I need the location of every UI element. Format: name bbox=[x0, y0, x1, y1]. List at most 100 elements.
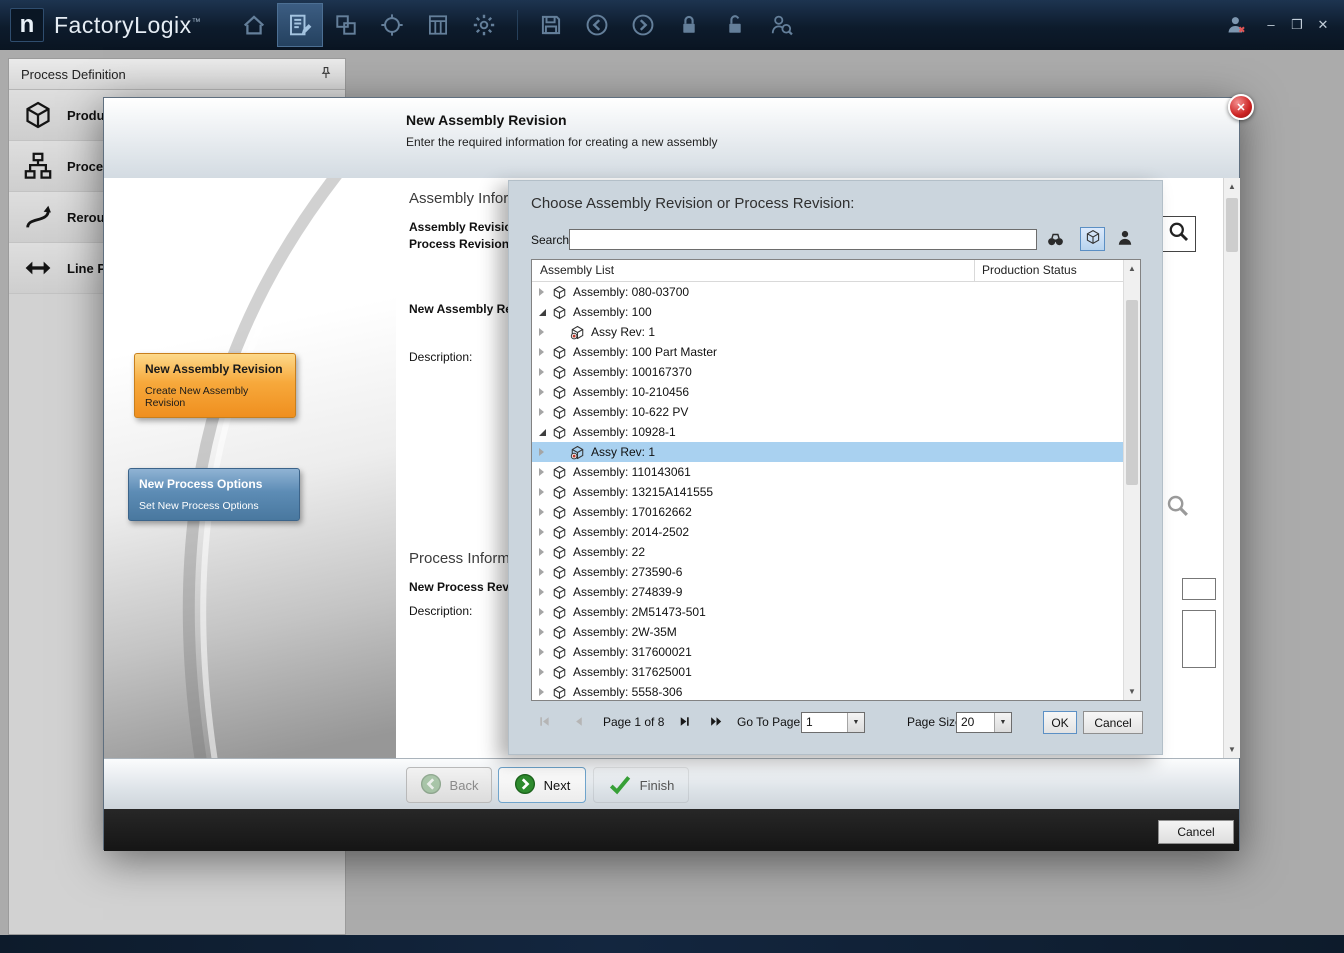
expander-collapsed-icon[interactable] bbox=[537, 525, 550, 539]
column-header-production-status[interactable]: Production Status bbox=[982, 263, 1077, 277]
wizard-step-panel: New Assembly RevisionCreate New Assembly… bbox=[104, 178, 396, 758]
dialog-cancel-button[interactable]: Cancel bbox=[1158, 820, 1234, 844]
column-header-assembly-list[interactable]: Assembly List bbox=[540, 263, 614, 277]
expander-collapsed-icon[interactable] bbox=[537, 585, 550, 599]
tree-row-revision[interactable]: Assy Rev: 1 bbox=[532, 442, 1123, 462]
column-divider[interactable] bbox=[974, 260, 975, 281]
scroll-up-icon[interactable]: ▲ bbox=[1124, 260, 1140, 277]
next-arrow-icon bbox=[514, 773, 536, 798]
expander-collapsed-icon[interactable] bbox=[537, 385, 550, 399]
tree-row-assembly[interactable]: Assembly: 317600021 bbox=[532, 642, 1123, 662]
assembly-filter-toggle[interactable] bbox=[1080, 227, 1105, 251]
chevron-down-icon[interactable]: ▼ bbox=[847, 713, 864, 732]
expander-collapsed-icon[interactable] bbox=[537, 645, 550, 659]
list-scrollbar[interactable]: ▲ ▼ bbox=[1123, 260, 1140, 700]
tree-row-assembly[interactable]: Assembly: 10928-1 bbox=[532, 422, 1123, 442]
wizard-step-1[interactable]: New Assembly RevisionCreate New Assembly… bbox=[134, 353, 296, 418]
pager-next-icon[interactable] bbox=[677, 714, 692, 732]
expander-collapsed-icon[interactable] bbox=[537, 325, 550, 339]
finish-button[interactable]: Finish bbox=[593, 767, 689, 803]
save-icon[interactable] bbox=[528, 3, 574, 47]
redo-icon[interactable] bbox=[620, 3, 666, 47]
tree-row-revision[interactable]: Assy Rev: 1 bbox=[532, 322, 1123, 342]
pager-last-icon[interactable] bbox=[709, 714, 724, 732]
binoculars-icon[interactable] bbox=[1046, 230, 1065, 254]
tree-row-assembly[interactable]: Assembly: 2M51473-501 bbox=[532, 602, 1123, 622]
chevron-down-icon[interactable]: ▼ bbox=[994, 713, 1011, 732]
next-button[interactable]: Next bbox=[498, 767, 586, 803]
tree-row-assembly[interactable]: Assembly: 5558-306 bbox=[532, 682, 1123, 700]
description-textarea[interactable] bbox=[1182, 610, 1216, 668]
home-icon[interactable] bbox=[231, 3, 277, 47]
tree-row-assembly[interactable]: Assembly: 2014-2502 bbox=[532, 522, 1123, 542]
tree-row-assembly[interactable]: Assembly: 273590-6 bbox=[532, 562, 1123, 582]
tree-row-assembly[interactable]: Assembly: 10-210456 bbox=[532, 382, 1123, 402]
expander-collapsed-icon[interactable] bbox=[537, 345, 550, 359]
tree-row-label: Assembly: 274839-9 bbox=[573, 585, 682, 599]
pin-icon[interactable] bbox=[319, 66, 333, 83]
user-logout-icon[interactable] bbox=[1216, 3, 1256, 47]
expander-collapsed-icon[interactable] bbox=[537, 365, 550, 379]
back-button[interactable]: Back bbox=[406, 767, 492, 803]
tree-row-assembly[interactable]: Assembly: 110143061 bbox=[532, 462, 1123, 482]
undo-icon[interactable] bbox=[574, 3, 620, 47]
scroll-up-icon[interactable]: ▲ bbox=[1224, 178, 1240, 195]
expander-collapsed-icon[interactable] bbox=[537, 625, 550, 639]
scroll-down-icon[interactable]: ▼ bbox=[1124, 683, 1140, 700]
dialog-scrollbar[interactable]: ▲ ▼ bbox=[1223, 178, 1240, 758]
pager-first-icon[interactable] bbox=[537, 714, 552, 732]
tree-row-assembly[interactable]: Assembly: 13215A141555 bbox=[532, 482, 1123, 502]
expander-collapsed-icon[interactable] bbox=[537, 505, 550, 519]
search-magnifier-small-icon[interactable] bbox=[1166, 494, 1189, 522]
tree-row-assembly[interactable]: Assembly: 100167370 bbox=[532, 362, 1123, 382]
tree-row-assembly[interactable]: Assembly: 170162662 bbox=[532, 502, 1123, 522]
ok-button[interactable]: OK bbox=[1043, 711, 1077, 734]
pager-previous-icon[interactable] bbox=[571, 714, 586, 732]
popup-cancel-button[interactable]: Cancel bbox=[1083, 711, 1143, 734]
tree-row-assembly[interactable]: Assembly: 317625001 bbox=[532, 662, 1123, 682]
maximize-button[interactable]: ❒ bbox=[1286, 0, 1308, 50]
scrollbar-thumb[interactable] bbox=[1226, 198, 1238, 252]
expander-collapsed-icon[interactable] bbox=[537, 665, 550, 679]
search-input[interactable] bbox=[569, 229, 1037, 250]
expander-collapsed-icon[interactable] bbox=[537, 565, 550, 579]
tree-row-assembly[interactable]: Assembly: 100 Part Master bbox=[532, 342, 1123, 362]
find-user-icon[interactable] bbox=[758, 3, 804, 47]
new-process-revision-input[interactable] bbox=[1182, 578, 1216, 600]
expander-collapsed-icon[interactable] bbox=[537, 605, 550, 619]
tree-row-assembly[interactable]: Assembly: 10-622 PV bbox=[532, 402, 1123, 422]
expander-collapsed-icon[interactable] bbox=[537, 285, 550, 299]
expander-collapsed-icon[interactable] bbox=[537, 485, 550, 499]
expander-expanded-icon[interactable] bbox=[537, 305, 550, 319]
tree-row-assembly[interactable]: Assembly: 080-03700 bbox=[532, 282, 1123, 302]
expander-collapsed-icon[interactable] bbox=[537, 405, 550, 419]
step-subtitle: Create New Assembly Revision bbox=[145, 385, 285, 409]
scrollbar-thumb[interactable] bbox=[1126, 300, 1138, 485]
tree-row-assembly[interactable]: Assembly: 100 bbox=[532, 302, 1123, 322]
dialog-close-icon[interactable]: ✕ bbox=[1228, 94, 1254, 120]
person-filter-icon[interactable] bbox=[1116, 229, 1134, 252]
expander-collapsed-icon[interactable] bbox=[537, 445, 550, 459]
next-button-label: Next bbox=[544, 778, 571, 793]
production-icon[interactable] bbox=[323, 3, 369, 47]
settings-gear-icon[interactable] bbox=[461, 3, 507, 47]
tree-row-assembly[interactable]: Assembly: 2W-35M bbox=[532, 622, 1123, 642]
expander-collapsed-icon[interactable] bbox=[537, 545, 550, 559]
unlock-icon[interactable] bbox=[712, 3, 758, 47]
tree-row-assembly[interactable]: Assembly: 274839-9 bbox=[532, 582, 1123, 602]
browse-assembly-button[interactable] bbox=[1160, 216, 1196, 252]
tree-row-assembly[interactable]: Assembly: 22 bbox=[532, 542, 1123, 562]
wizard-step-2[interactable]: New Process OptionsSet New Process Optio… bbox=[128, 468, 300, 521]
reports-icon[interactable] bbox=[415, 3, 461, 47]
expander-collapsed-icon[interactable] bbox=[537, 465, 550, 479]
scroll-down-icon[interactable]: ▼ bbox=[1224, 741, 1240, 758]
minimize-button[interactable]: – bbox=[1260, 0, 1282, 50]
process-definition-icon[interactable] bbox=[277, 3, 323, 47]
dispatch-icon[interactable] bbox=[369, 3, 415, 47]
expander-collapsed-icon[interactable] bbox=[537, 685, 550, 699]
page-size-select[interactable]: 20 ▼ bbox=[956, 712, 1012, 733]
close-window-button[interactable]: ✕ bbox=[1312, 0, 1334, 50]
lock-icon[interactable] bbox=[666, 3, 712, 47]
expander-expanded-icon[interactable] bbox=[537, 425, 550, 439]
goto-page-select[interactable]: 1 ▼ bbox=[801, 712, 865, 733]
